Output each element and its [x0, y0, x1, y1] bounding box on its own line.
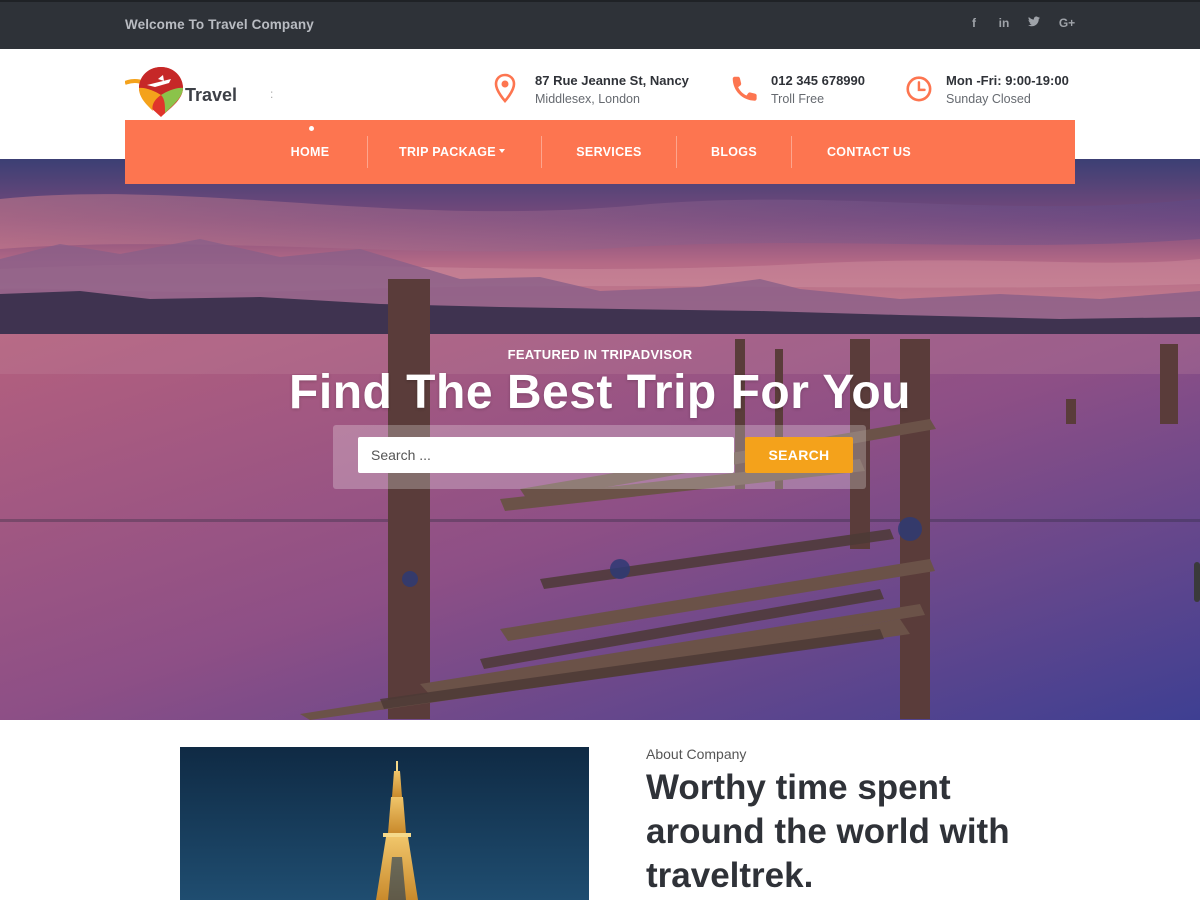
linkedin-icon[interactable]: in: [998, 16, 1010, 30]
logo-divider: :: [270, 87, 274, 101]
nav-item-contact-us[interactable]: CONTACT US: [809, 120, 929, 184]
hero-banner: FEATURED IN TRIPADVISOR Find The Best Tr…: [0, 159, 1200, 720]
phone-icon: [732, 76, 757, 101]
google-plus-icon[interactable]: G+: [1058, 16, 1076, 30]
hours-line1: Mon -Fri: 9:00-19:00: [946, 73, 1069, 88]
search-form: SEARCH: [333, 425, 866, 489]
about-kicker: About Company: [646, 746, 747, 762]
nav-divider: [676, 136, 677, 168]
logo-text[interactable]: Travel: [185, 85, 237, 106]
address-line1: 87 Rue Jeanne St, Nancy: [535, 73, 689, 88]
phone-note: Troll Free: [771, 92, 825, 106]
main-nav: HOME TRIP PACKAGE SERVICES BLOGS CONTACT…: [125, 120, 1075, 184]
top-bar: Welcome To Travel Company f in G+: [0, 0, 1200, 49]
nav-item-label: TRIP PACKAGE: [399, 145, 496, 159]
welcome-text: Welcome To Travel Company: [125, 17, 314, 32]
nav-divider: [791, 136, 792, 168]
search-button[interactable]: SEARCH: [745, 437, 853, 473]
social-links: f in G+: [968, 16, 1076, 30]
address-line2: Middlesex, London: [535, 92, 640, 106]
caret-down-icon: [498, 148, 505, 153]
scrollbar-thumb[interactable]: [1194, 562, 1200, 602]
logo-pin-icon: [124, 67, 183, 117]
address-info: 87 Rue Jeanne St, Nancy Middlesex, Londo…: [493, 72, 689, 109]
hero-kicker: FEATURED IN TRIPADVISOR: [507, 347, 693, 362]
map-marker-icon: [494, 73, 516, 103]
search-input[interactable]: [358, 437, 734, 473]
twitter-icon[interactable]: [1028, 16, 1040, 30]
phone-info: 012 345 678990 Troll Free: [729, 72, 865, 109]
nav-item-blogs[interactable]: BLOGS: [694, 120, 774, 184]
about-image: [180, 747, 589, 900]
phone-number[interactable]: 012 345 678990: [771, 72, 865, 90]
eiffel-tower-image: [180, 747, 589, 900]
clock-icon: [906, 76, 932, 102]
nav-item-home[interactable]: HOME: [265, 120, 355, 184]
nav-item-services[interactable]: SERVICES: [559, 120, 659, 184]
about-title: Worthy time spent around the world with …: [646, 768, 1010, 895]
hours-line2: Sunday Closed: [946, 92, 1031, 106]
nav-divider: [541, 136, 542, 168]
hours-info: Mon -Fri: 9:00-19:00 Sunday Closed: [904, 72, 1069, 109]
nav-item-trip-package[interactable]: TRIP PACKAGE: [387, 120, 517, 184]
facebook-icon[interactable]: f: [968, 16, 980, 30]
hero-title: Find The Best Trip For You: [289, 366, 911, 419]
nav-divider: [367, 136, 368, 168]
